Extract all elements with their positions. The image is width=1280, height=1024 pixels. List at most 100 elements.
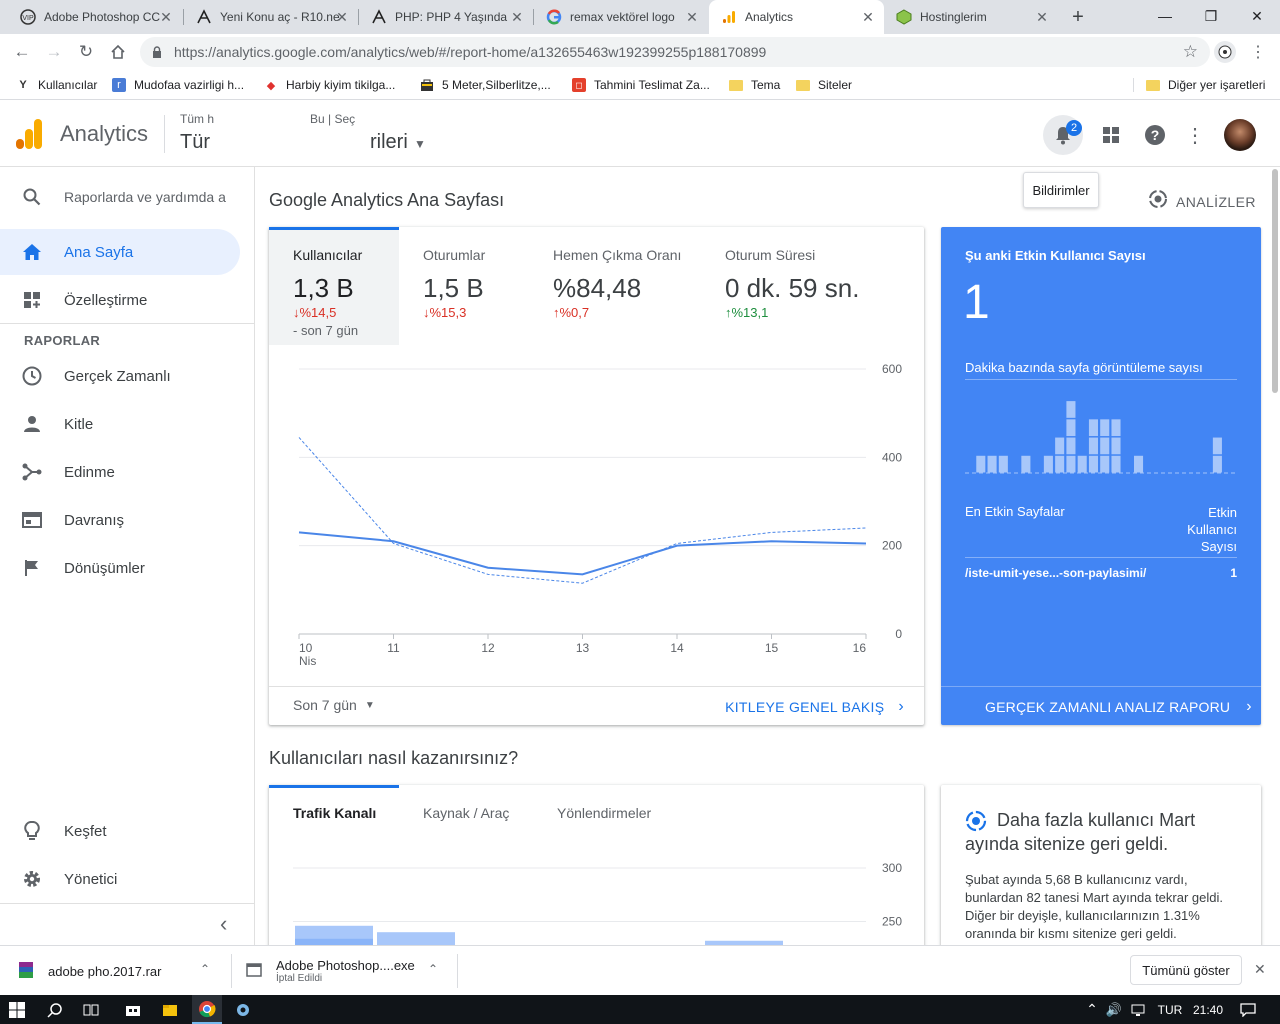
account-selector[interactable]: Tüm hesa Bu | Seç Tür rileri ▼ xyxy=(180,109,500,161)
tab-google-search[interactable]: remax vektörel logo ✕ xyxy=(534,0,708,34)
tab-analytics[interactable]: Analytics ✕ xyxy=(709,0,884,34)
tab-hostinglerim[interactable]: Hostinglerim ✕ xyxy=(884,0,1058,34)
top-page-path[interactable]: /iste-umit-yese...-son-paylasimi/ xyxy=(965,566,1146,580)
browser-menu-icon[interactable]: ⋮ xyxy=(1250,42,1266,62)
network-icon[interactable] xyxy=(1128,995,1148,1024)
notifications-button[interactable]: 2 xyxy=(1043,115,1083,155)
sidebar-item-behavior[interactable]: Davranış xyxy=(0,497,240,543)
tab-source-medium[interactable]: Kaynak / Araç xyxy=(423,805,509,821)
x-tick-label: 11 xyxy=(387,641,400,655)
svg-text:VIP: VIP xyxy=(22,15,34,22)
chevron-up-icon[interactable]: ⌃ xyxy=(1082,995,1102,1024)
download-item-rar[interactable]: adobe pho.2017.rar ⌃ xyxy=(18,946,218,996)
collapse-sidebar-button[interactable]: ‹ xyxy=(220,911,227,937)
insights-button[interactable]: ANALİZLER xyxy=(1148,189,1256,214)
more-options-icon[interactable]: ⋮ xyxy=(1175,115,1215,155)
bookmark-tahmini-teslimat[interactable]: ◻ Tahmini Teslimat Za... xyxy=(572,76,710,94)
sidebar-item-audience[interactable]: Kitle xyxy=(0,401,240,447)
close-download-bar-button[interactable]: ✕ xyxy=(1254,961,1266,978)
page-scrollbar[interactable] xyxy=(1272,169,1278,393)
y-tick-label: 400 xyxy=(882,450,902,464)
back-button[interactable]: ← xyxy=(10,40,34,64)
dropdown-arrow-icon: ▼ xyxy=(414,137,426,151)
sidebar-item-home[interactable]: Ana Sayfa xyxy=(0,229,240,275)
metric-sessions[interactable]: Oturumlar 1,5 B ↓%15,3 xyxy=(399,227,529,345)
store-icon[interactable] xyxy=(118,995,148,1024)
bar xyxy=(1066,419,1076,437)
sidebar-item-admin[interactable]: Yönetici xyxy=(0,856,240,902)
help-icon[interactable]: ? xyxy=(1135,115,1175,155)
close-icon[interactable]: ✕ xyxy=(158,9,174,26)
bookmark-shop-icon: ◻ xyxy=(572,78,586,92)
sidebar-search[interactable]: Raporlarda ve yardımda a xyxy=(0,179,240,215)
action-center-icon[interactable] xyxy=(1236,995,1260,1024)
bookmark-siteler[interactable]: Siteler xyxy=(796,76,852,94)
period-selector[interactable]: Son 7 gün ▼ xyxy=(293,697,375,713)
x-tick-label: 14 xyxy=(670,641,684,655)
address-bar[interactable]: https://analytics.google.com/analytics/w… xyxy=(140,37,1210,67)
forward-button[interactable]: → xyxy=(42,40,66,64)
search-icon[interactable] xyxy=(40,995,70,1024)
close-icon[interactable]: ✕ xyxy=(684,9,700,26)
bar xyxy=(1043,455,1053,473)
volume-icon[interactable]: 🔊 xyxy=(1104,995,1124,1024)
acquisition-icon xyxy=(0,463,64,481)
app-icon[interactable] xyxy=(228,995,258,1024)
language-indicator[interactable]: TUR xyxy=(1154,995,1186,1024)
flag-icon xyxy=(0,559,64,577)
bookmark-mudofaa[interactable]: r Mudofaa vazirligi h... xyxy=(112,76,244,94)
sidebar-item-realtime[interactable]: Gerçek Zamanlı xyxy=(0,353,240,399)
show-all-downloads-button[interactable]: Tümünü göster xyxy=(1130,955,1242,985)
sidebar-item-customize[interactable]: Özelleştirme xyxy=(0,277,240,323)
close-icon[interactable]: ✕ xyxy=(334,9,350,26)
tab-php[interactable]: PHP: PHP 4 Yaşında ✕ xyxy=(359,0,533,34)
google-icon xyxy=(546,9,562,25)
clock[interactable]: 21:40 xyxy=(1190,995,1226,1024)
extension-icon[interactable] xyxy=(1214,41,1236,63)
tab-traffic-channel[interactable]: Trafik Kanalı xyxy=(293,805,376,821)
star-icon[interactable]: ☆ xyxy=(1183,42,1198,62)
metric-bounce-rate[interactable]: Hemen Çıkma Oranı %84,48 ↑%0,7 xyxy=(529,227,701,345)
bookmark-bag-icon xyxy=(420,78,434,92)
file-explorer-icon[interactable] xyxy=(155,995,185,1024)
maximize-button[interactable]: ❐ xyxy=(1188,0,1234,32)
minimize-button[interactable]: — xyxy=(1142,0,1188,32)
sidebar-item-conversions[interactable]: Dönüşümler xyxy=(0,545,240,591)
windows-start-icon[interactable] xyxy=(0,995,34,1024)
search-input[interactable]: Raporlarda ve yardımda a xyxy=(64,189,226,205)
apps-grid-icon[interactable] xyxy=(1091,115,1131,155)
bookmark-harbiy[interactable]: ◆ Harbiy kiyim tikilga... xyxy=(264,76,396,94)
dropdown-arrow-icon: ▼ xyxy=(364,699,375,711)
chevron-up-icon[interactable]: ⌃ xyxy=(428,962,438,976)
tab-photoshop[interactable]: VIP Adobe Photoshop CC ✕ xyxy=(8,0,182,34)
bar xyxy=(1088,437,1098,455)
close-icon[interactable]: ✕ xyxy=(1034,9,1050,26)
bookmark-5meter[interactable]: 5 Meter,Silberlitze,... xyxy=(420,76,551,94)
chrome-icon[interactable] xyxy=(192,995,222,1024)
task-view-icon[interactable] xyxy=(76,995,106,1024)
tab-r10-new-topic[interactable]: Yeni Konu aç - R10.ne ✕ xyxy=(184,0,358,34)
other-bookmarks[interactable]: Diğer yer işaretleri xyxy=(1146,76,1265,94)
close-icon[interactable]: ✕ xyxy=(509,9,525,26)
tab-referrals[interactable]: Yönlendirmeler xyxy=(557,805,651,821)
new-tab-button[interactable]: + xyxy=(1066,6,1090,30)
realtime-report-link[interactable]: GERÇEK ZAMANLI ANALIZ RAPORU › xyxy=(985,698,1252,716)
avatar[interactable] xyxy=(1224,119,1256,151)
home-button[interactable] xyxy=(106,40,130,64)
bookmark-kullanicilar[interactable]: Y Kullanıcılar xyxy=(16,76,97,94)
window-close-button[interactable]: ✕ xyxy=(1234,0,1280,32)
sidebar-item-acquisition[interactable]: Edinme xyxy=(0,449,240,495)
metric-users[interactable]: Kullanıcılar 1,3 B ↓%14,5 - son 7 gün xyxy=(269,227,399,345)
download-item-exe[interactable]: Adobe Photoshop....exe İptal Edildi ⌃ xyxy=(246,946,446,996)
close-icon[interactable]: ✕ xyxy=(860,9,876,26)
series-line-previous xyxy=(298,437,867,584)
realtime-card: Şu anki Etkin Kullanıcı Sayısı 1 Dakika … xyxy=(941,227,1261,725)
bookmark-tema[interactable]: Tema xyxy=(729,76,780,94)
metric-session-duration[interactable]: Oturum Süresi 0 dk. 59 sn. ↑%13,1 xyxy=(701,227,901,345)
sidebar-item-discover[interactable]: Keşfet xyxy=(0,808,240,854)
insight-body: Şubat ayında 5,68 B kullanıcınız vardı, … xyxy=(965,872,1223,941)
audience-overview-link[interactable]: KITLEYE GENEL BAKIŞ › xyxy=(725,698,904,716)
analytics-logo-icon[interactable] xyxy=(16,119,42,154)
reload-button[interactable]: ↻ xyxy=(74,40,98,64)
chevron-up-icon[interactable]: ⌃ xyxy=(200,962,210,976)
